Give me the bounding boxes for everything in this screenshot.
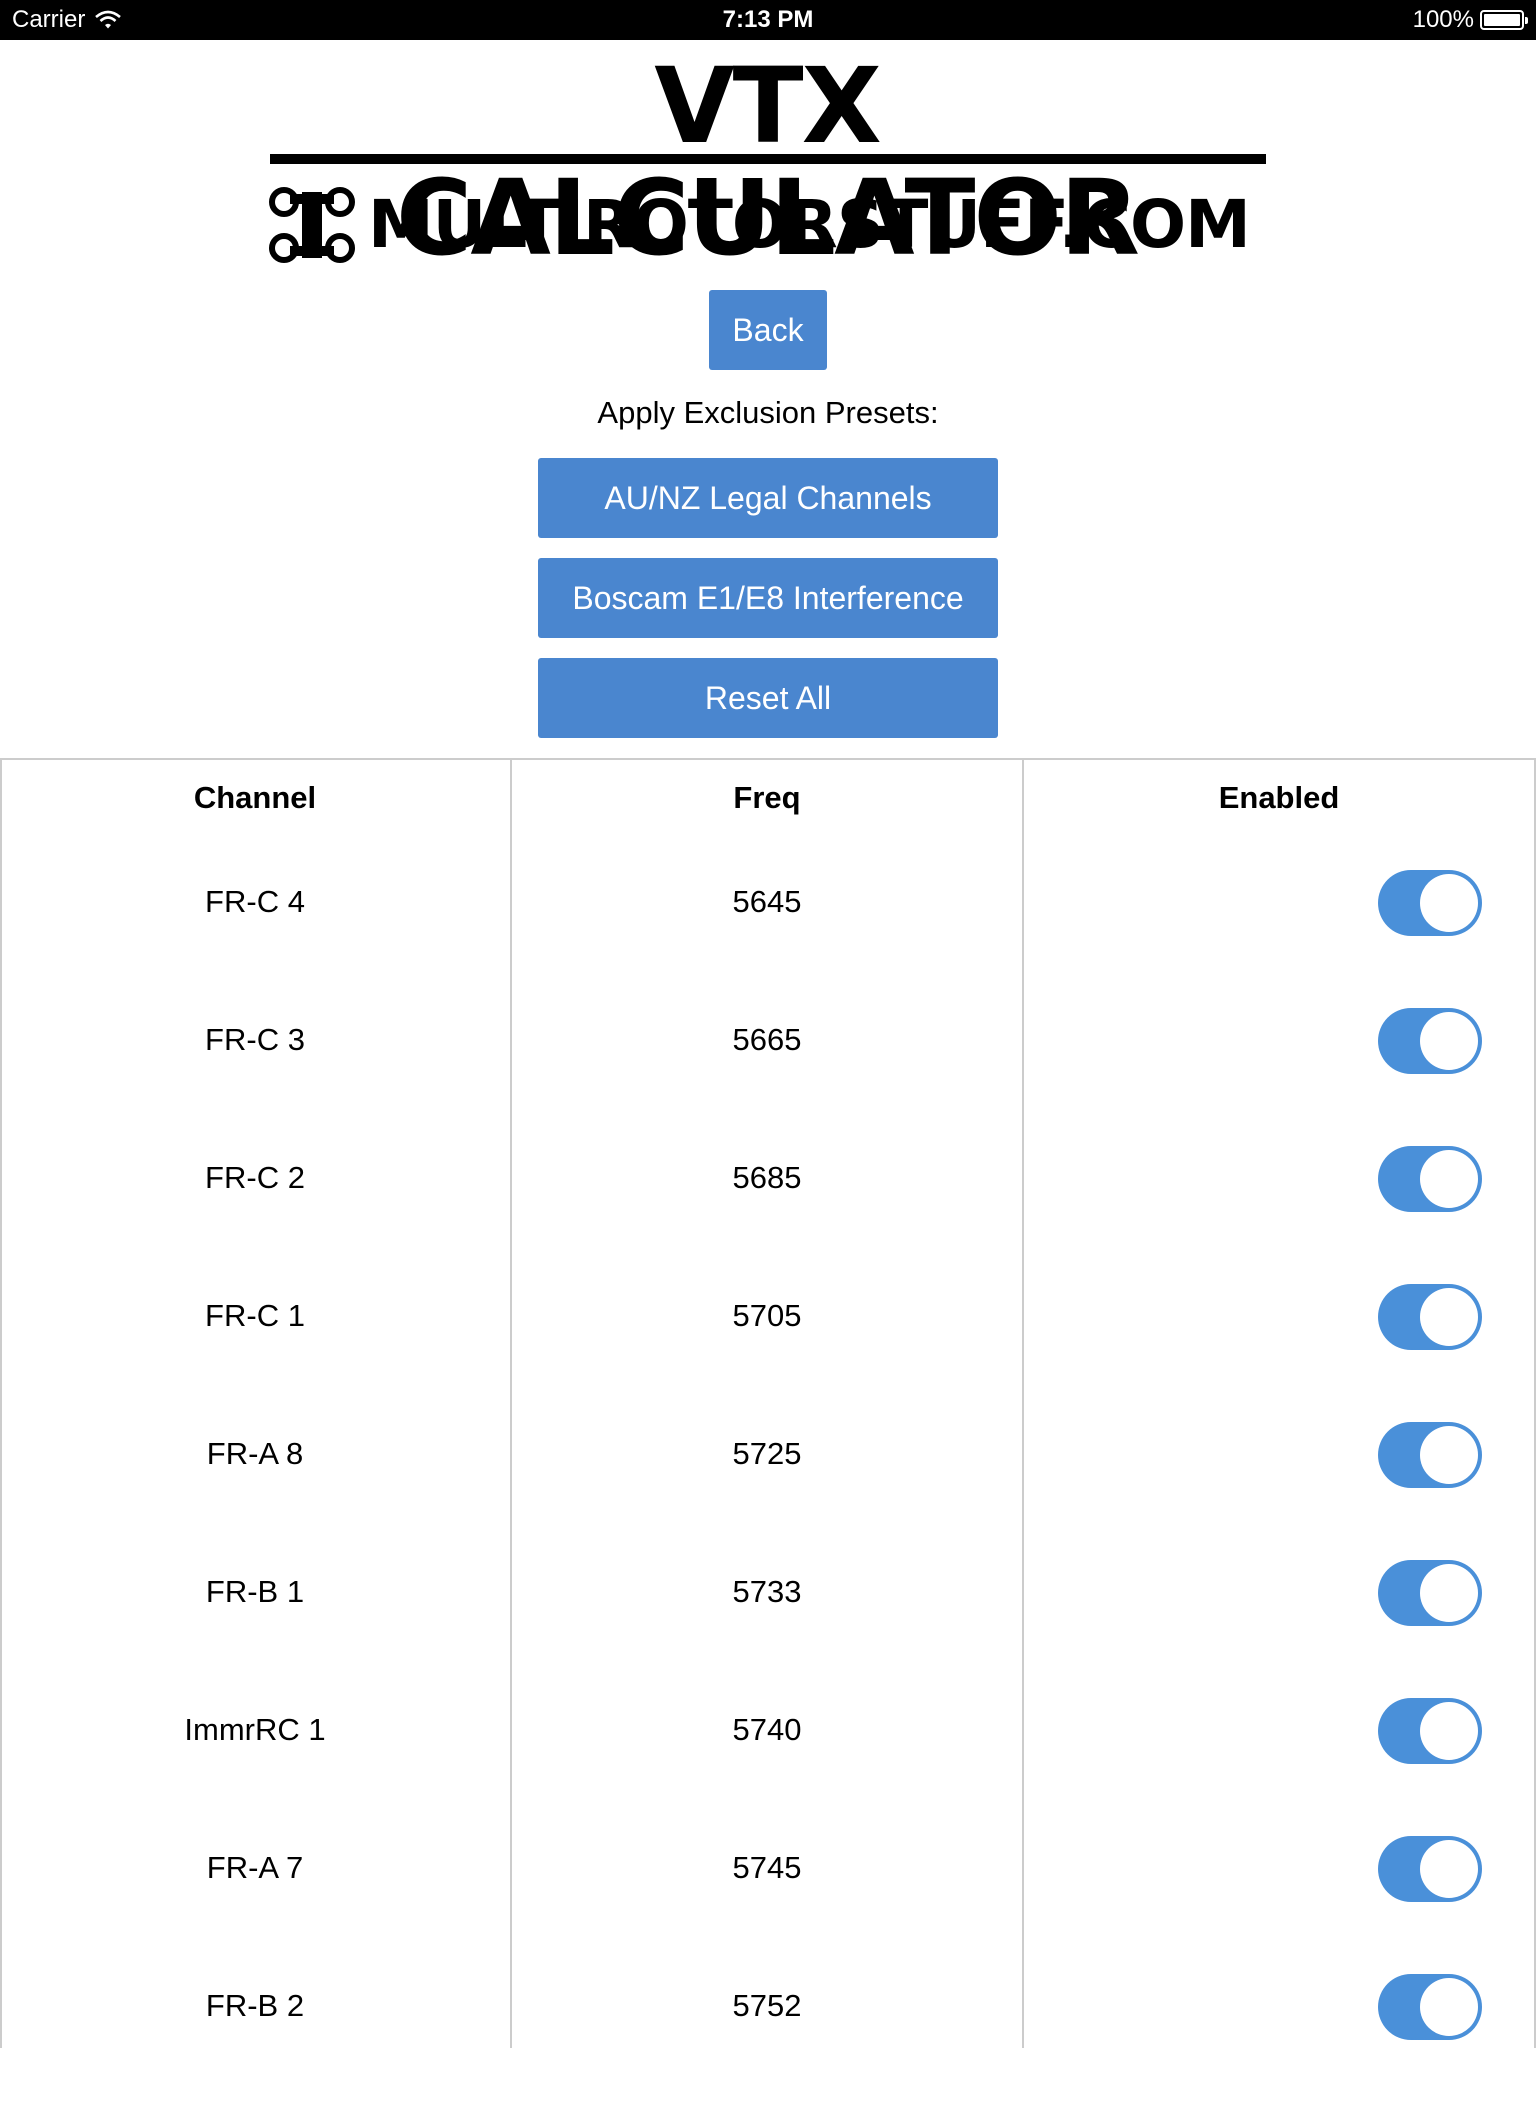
enabled-toggle[interactable] <box>1378 1698 1482 1764</box>
enabled-toggle[interactable] <box>1378 1422 1482 1488</box>
header-channel: Channel <box>193 780 317 815</box>
table-row: FR-B 1 5733 <box>0 1560 1536 1712</box>
site-logo: MULTIROTORSTUFF.COM <box>268 186 1266 266</box>
channel-cell: FR-C 3 <box>205 1022 305 1057</box>
toggle-knob <box>1420 1564 1478 1622</box>
channel-cell: FR-C 4 <box>205 884 305 919</box>
table-row: FR-C 1 5705 <box>0 1284 1536 1436</box>
toggle-knob <box>1420 1012 1478 1070</box>
freq-cell: 5645 <box>732 884 802 919</box>
channel-cell: FR-A 7 <box>206 1850 304 1885</box>
freq-cell: 5752 <box>732 1988 802 2023</box>
freq-cell: 5733 <box>732 1574 802 1609</box>
freq-cell: 5665 <box>732 1022 802 1057</box>
freq-cell: 5745 <box>732 1850 802 1885</box>
back-button[interactable]: Back <box>709 290 827 370</box>
status-time: 7:13 PM <box>722 6 814 33</box>
table-row: FR-C 2 5685 <box>0 1146 1536 1298</box>
preset-boscam-button[interactable]: Boscam E1/E8 Interference <box>538 558 998 638</box>
channel-table: Channel Freq Enabled FR-C 4 5645 FR-C 3 … <box>0 758 1536 2048</box>
header-enabled: Enabled <box>1218 780 1340 815</box>
reset-all-button[interactable]: Reset All <box>538 658 998 738</box>
presets-label: Apply Exclusion Presets: <box>597 395 939 430</box>
table-row: FR-B 2 5752 <box>0 1974 1536 2126</box>
enabled-toggle[interactable] <box>1378 870 1482 936</box>
table-row: ImmrRC 1 5740 <box>0 1698 1536 1850</box>
enabled-toggle[interactable] <box>1378 1284 1482 1350</box>
toggle-knob <box>1420 1150 1478 1208</box>
toggle-knob <box>1420 1702 1478 1760</box>
battery-percent: 100% <box>1412 6 1474 33</box>
toggle-knob <box>1420 1978 1478 2036</box>
table-row: FR-A 7 5745 <box>0 1836 1536 1988</box>
title-divider <box>270 154 1266 164</box>
freq-cell: 5705 <box>732 1298 802 1333</box>
preset-au-nz-button[interactable]: AU/NZ Legal Channels <box>538 458 998 538</box>
enabled-toggle[interactable] <box>1378 1146 1482 1212</box>
channel-cell: FR-B 2 <box>205 1988 305 2023</box>
channel-cell: FR-A 8 <box>206 1436 304 1471</box>
header-freq: Freq <box>733 780 801 815</box>
freq-cell: 5725 <box>732 1436 802 1471</box>
toggle-knob <box>1420 874 1478 932</box>
toggle-knob <box>1420 1840 1478 1898</box>
battery-icon <box>1480 10 1528 30</box>
channel-cell: FR-B 1 <box>205 1574 305 1609</box>
battery-indicator: 100% <box>1412 6 1528 34</box>
enabled-toggle[interactable] <box>1378 1560 1482 1626</box>
site-name: MULTIROTORSTUFF.COM <box>368 186 1251 263</box>
channel-cell: FR-C 2 <box>205 1160 305 1195</box>
table-row: FR-C 4 5645 <box>0 870 1536 1022</box>
toggle-knob <box>1420 1426 1478 1484</box>
enabled-toggle[interactable] <box>1378 1836 1482 1902</box>
freq-cell: 5740 <box>732 1712 802 1747</box>
toggle-knob <box>1420 1288 1478 1346</box>
drone-icon <box>269 187 355 263</box>
table-row: FR-A 8 5725 <box>0 1422 1536 1574</box>
channel-cell: FR-C 1 <box>205 1298 305 1333</box>
table-row: FR-C 3 5665 <box>0 1008 1536 1160</box>
enabled-toggle[interactable] <box>1378 1974 1482 2040</box>
channel-cell: ImmrRC 1 <box>184 1712 326 1747</box>
status-bar: Carrier 7:13 PM 100% <box>0 0 1536 40</box>
freq-cell: 5685 <box>732 1160 802 1195</box>
enabled-toggle[interactable] <box>1378 1008 1482 1074</box>
